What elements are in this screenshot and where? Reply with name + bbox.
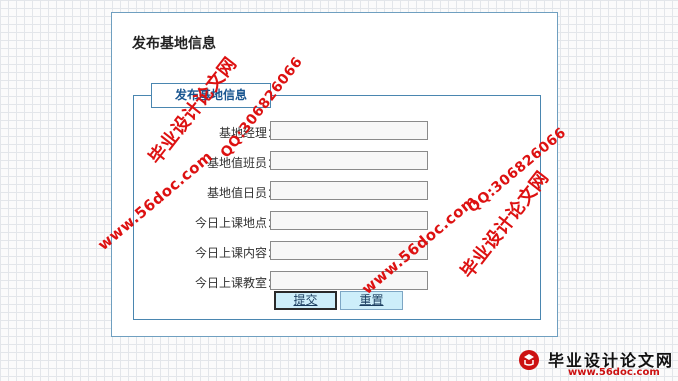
logo-emblem-icon: [519, 350, 539, 370]
form-row-class-location: 今日上课地点：: [134, 211, 542, 233]
base-manager-input[interactable]: [270, 121, 428, 140]
day-officer-input[interactable]: [270, 181, 428, 200]
site-logo: 毕业设计论文网 www.56doc.com: [512, 343, 678, 381]
classroom-input[interactable]: [270, 271, 428, 290]
day-officer-label: 基地值日员：: [206, 186, 279, 200]
class-location-label: 今日上课地点：: [194, 216, 279, 230]
submit-button[interactable]: 提交: [274, 291, 337, 310]
duty-officer-input[interactable]: [270, 151, 428, 170]
page-title: 发布基地信息: [132, 36, 216, 52]
logo-url: www.56doc.com: [568, 367, 660, 378]
class-content-label: 今日上课内容：: [194, 246, 279, 260]
classroom-label: 今日上课教室：: [194, 276, 279, 290]
class-location-input[interactable]: [270, 211, 428, 230]
duty-officer-label: 基地值班员：: [206, 156, 279, 170]
